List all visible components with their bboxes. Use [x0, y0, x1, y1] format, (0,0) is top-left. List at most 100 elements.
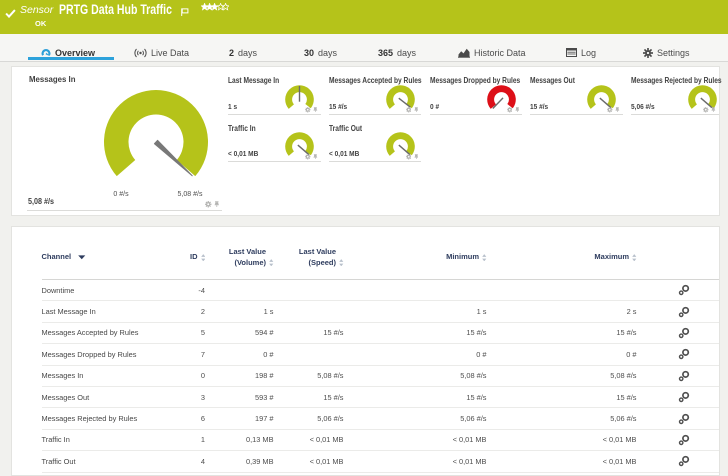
cell-minimum: < 0,01 MB — [344, 435, 487, 444]
gauge-title: Traffic In — [228, 124, 261, 133]
gauge-cell-last-message-in[interactable]: Last Message In1 s — [228, 67, 321, 115]
channel-settings-icon[interactable] — [637, 413, 690, 425]
gauge-icon — [41, 48, 51, 58]
table-row-messages-rejected-by-rules[interactable]: Messages Rejected by Rules6197 #5,06 #/s… — [42, 408, 720, 429]
table-row-last-message-in[interactable]: Last Message In21 s1 s2 s — [42, 301, 720, 322]
gauge-cell-messages-accepted-by-rules[interactable]: Messages Accepted by Rules15 #/s — [329, 67, 422, 115]
gauge-settings-gear-icon[interactable] — [205, 201, 212, 208]
gauge-pin-icon[interactable] — [313, 154, 318, 159]
tab-label: days — [397, 48, 416, 58]
cell-speed: < 0,01 MB — [274, 435, 344, 444]
tab-settings[interactable]: Settings — [643, 34, 690, 61]
priority-stars[interactable] — [201, 3, 229, 11]
channel-settings-icon[interactable] — [637, 327, 690, 339]
sensor-status-badge: OK — [35, 19, 46, 28]
tab-historic-data[interactable]: Historic Data — [458, 34, 526, 61]
channel-settings-icon[interactable] — [637, 348, 690, 360]
cell-id: 4 — [173, 457, 205, 466]
gauge-pin-icon[interactable] — [313, 107, 318, 112]
gauge-title: Messages In — [29, 74, 80, 84]
gauge-min-label: 0 #/s — [91, 191, 151, 198]
column-header-last-value-volume[interactable]: Last Value(Volume) — [205, 247, 274, 268]
channel-settings-icon[interactable] — [637, 306, 690, 318]
channel-settings-icon[interactable] — [637, 370, 690, 382]
gauge-cell-traffic-out[interactable]: Traffic Out< 0,01 MB — [329, 115, 422, 162]
gauge-pin-icon[interactable] — [515, 107, 520, 112]
gauge-settings-gear-icon[interactable] — [305, 154, 311, 160]
flag-icon[interactable] — [181, 3, 189, 21]
gauge-value: < 0,01 MB — [329, 149, 364, 158]
cell-minimum: 5,06 #/s — [344, 414, 487, 423]
gear-icon — [643, 48, 653, 58]
gauge-pin-icon[interactable] — [214, 201, 220, 207]
cell-maximum: 5,08 #/s — [487, 371, 637, 380]
tab-2-days[interactable]: 2days — [229, 34, 257, 61]
tab-bar: Overview Live Data 2days 30days 365 days Histo… — [0, 34, 728, 62]
gauge-settings-gear-icon[interactable] — [406, 107, 412, 113]
cell-minimum: 15 #/s — [344, 393, 487, 402]
gauge-settings-gear-icon[interactable] — [406, 154, 412, 160]
cell-id: 0 — [173, 371, 205, 380]
cell-channel: Traffic Out — [42, 457, 174, 466]
column-header-last-value-speed[interactable]: Last Value(Speed) — [274, 247, 344, 268]
gauge-pin-icon[interactable] — [414, 107, 419, 112]
table-row-messages-in[interactable]: Messages In0198 #5,08 #/s5,08 #/s5,08 #/… — [42, 366, 720, 387]
tab-365-days[interactable]: 365 days — [378, 34, 416, 61]
cell-channel: Messages Accepted by Rules — [42, 328, 174, 337]
gauge-pin-icon[interactable] — [615, 107, 620, 112]
cell-id: 7 — [173, 350, 205, 359]
gauge-cell-icons — [507, 107, 520, 113]
table-header-row: ChannelIDLast Value(Volume)Last Value(Sp… — [42, 227, 720, 280]
gauge-pin-icon[interactable] — [414, 154, 419, 159]
gauge-pin-icon[interactable] — [711, 107, 716, 112]
column-header-minimum[interactable]: Minimum — [344, 252, 487, 263]
cell-id: 2 — [173, 307, 205, 316]
cell-speed: 5,06 #/s — [274, 414, 344, 423]
tab-log[interactable]: Log — [566, 34, 596, 61]
channel-settings-icon[interactable] — [637, 284, 690, 296]
column-header-id[interactable]: ID — [173, 252, 205, 263]
tab-number: 365 — [378, 48, 393, 58]
gauge-cell-messages-in[interactable]: Messages In 0 #/s 5,08 #/s 5,08 #/s — [12, 67, 228, 215]
gauge-settings-gear-icon[interactable] — [305, 107, 311, 113]
table-row-messages-dropped-by-rules[interactable]: Messages Dropped by Rules70 #0 #0 # — [42, 344, 720, 365]
cell-minimum: 1 s — [344, 307, 487, 316]
gauge-value: 15 #/s — [329, 102, 350, 111]
status-ok-check-icon — [5, 5, 16, 23]
column-header-channel[interactable]: Channel — [42, 252, 174, 263]
table-row-downtime[interactable]: Downtime-4 — [42, 280, 720, 301]
gauge-settings-gear-icon[interactable] — [703, 107, 709, 113]
cell-minimum: < 0,01 MB — [344, 457, 487, 466]
broadcast-icon — [134, 48, 147, 58]
cell-volume: 0,39 MB — [205, 457, 274, 466]
gauge-value: 0 # — [430, 102, 440, 111]
gauge-cell-messages-rejected-by-rules[interactable]: Messages Rejected by Rules5,06 #/s — [631, 67, 719, 115]
cell-id: -4 — [173, 286, 205, 295]
channel-settings-icon[interactable] — [637, 434, 690, 446]
cell-volume: 197 # — [205, 414, 274, 423]
gauge-cell-icons — [703, 107, 716, 113]
tab-label: Overview — [55, 48, 95, 58]
gauge-cell-messages-out[interactable]: Messages Out15 #/s — [530, 67, 623, 115]
gauge-settings-gear-icon[interactable] — [507, 107, 513, 113]
channel-settings-icon[interactable] — [637, 391, 690, 403]
cell-channel: Messages Rejected by Rules — [42, 414, 174, 423]
gauge-settings-gear-icon[interactable] — [607, 107, 613, 113]
tab-live-data[interactable]: Live Data — [134, 34, 189, 61]
cell-speed: 15 #/s — [274, 393, 344, 402]
tab-30-days[interactable]: 30days — [304, 34, 337, 61]
channel-settings-icon[interactable] — [637, 455, 690, 467]
table-row-traffic-out[interactable]: Traffic Out40,39 MB< 0,01 MB< 0,01 MB< 0… — [42, 451, 720, 472]
gauge-cell-icons — [607, 107, 620, 113]
gauge-dial — [101, 87, 211, 197]
table-row-messages-accepted-by-rules[interactable]: Messages Accepted by Rules5594 #15 #/s15… — [42, 323, 720, 344]
table-row-messages-out[interactable]: Messages Out3593 #15 #/s15 #/s15 #/s — [42, 387, 720, 408]
gauge-cell-traffic-in[interactable]: Traffic In< 0,01 MB — [228, 115, 321, 162]
gauge-cell-messages-dropped-by-rules[interactable]: Messages Dropped by Rules0 # — [430, 67, 523, 115]
cell-divider — [27, 210, 222, 211]
gauge-title: Messages Dropped by Rules — [430, 76, 536, 85]
column-header-maximum[interactable]: Maximum — [487, 252, 637, 263]
cell-speed: 5,08 #/s — [274, 371, 344, 380]
cell-maximum: 0 # — [487, 350, 637, 359]
table-row-traffic-in[interactable]: Traffic In10,13 MB< 0,01 MB< 0,01 MB< 0,… — [42, 430, 720, 451]
